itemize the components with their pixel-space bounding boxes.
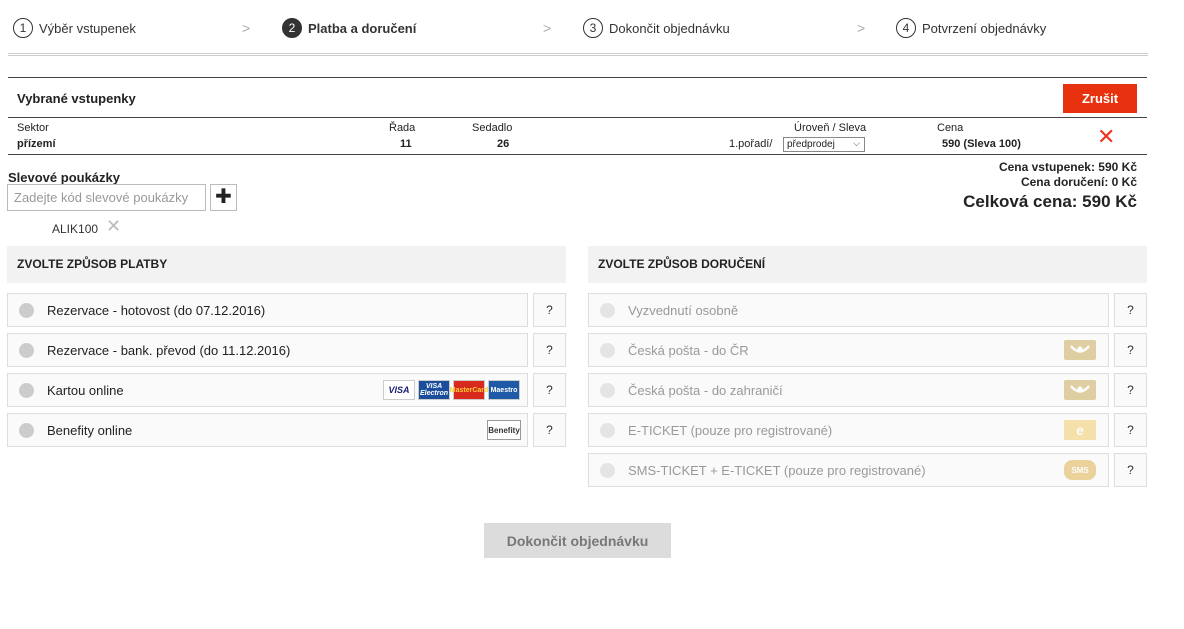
remove-ticket-icon[interactable]: ✕ [1097,126,1115,148]
delivery-option-label: SMS-TICKET + E-TICKET (pouze pro registr… [628,462,926,478]
payment-option-benefity[interactable]: Benefity online Benefity [7,413,528,447]
radio-button[interactable] [19,422,34,438]
posthorn-icon [1064,340,1096,360]
payment-title: ZVOLTE ZPŮSOB PLATBY [7,246,566,283]
steps-divider [8,53,1148,56]
help-button[interactable]: ? [1114,333,1147,367]
help-button[interactable]: ? [1114,373,1147,407]
visa-logo: VISA [383,380,415,400]
delivery-option-pickup: Vyzvednutí osobně [588,293,1109,327]
voucher-code-input[interactable] [7,184,206,211]
help-button[interactable]: ? [533,373,566,407]
discount-select[interactable]: předprodej ⌵ [783,137,865,152]
add-voucher-button[interactable]: ✚ [210,184,237,211]
delivery-title: ZVOLTE ZPŮSOB DORUČENÍ [588,246,1147,283]
help-button[interactable]: ? [533,293,566,327]
radio-button [600,342,615,358]
selected-tickets: Vybrané vstupenky Zrušit Sektor přízemí … [8,77,1147,155]
step-number: 3 [583,18,603,38]
value-row: 11 [400,138,412,150]
delivery-option-label: E-TICKET (pouze pro registrované) [628,422,833,438]
header-price: Cena [937,122,964,134]
header-sector: Sektor [17,122,49,134]
help-button[interactable]: ? [533,413,566,447]
payment-option-cash[interactable]: Rezervace - hotovost (do 07.12.2016) [7,293,528,327]
payment-option-label: Kartou online [47,382,124,398]
payment-option-card[interactable]: Kartou online VISA VISA Electron MasterC… [7,373,528,407]
chevron-down-icon: ⌵ [853,138,860,148]
step-4: 4 Potvrzení objednávky [896,18,1046,38]
remove-voucher-icon[interactable]: ✕ [106,216,121,237]
card-logos: VISA VISA Electron MasterCard Maestro [383,380,520,400]
radio-button[interactable] [19,342,34,358]
benefity-logo: Benefity [487,420,521,440]
step-number: 1 [13,18,33,38]
delivery-option-sms-ticket: SMS-TICKET + E-TICKET (pouze pro registr… [588,453,1109,487]
radio-button [600,462,615,478]
step-2: 2 Platba a doručení [282,18,416,38]
mastercard-logo: MasterCard [450,380,488,400]
discount-select-value: předprodej [787,139,835,150]
step-number: 4 [896,18,916,38]
radio-button[interactable] [19,382,34,398]
order-totals: Cena vstupenek: 590 Kč Cena doručení: 0 … [963,160,1137,212]
delivery-option-eticket: E-TICKET (pouze pro registrované) e [588,413,1109,447]
value-seat: 26 [497,138,510,150]
help-button[interactable]: ? [1114,453,1147,487]
step-label: Potvrzení objednávky [922,20,1047,36]
delivery-price: Cena doručení: 0 Kč [1020,175,1137,189]
payment-option-bank-transfer[interactable]: Rezervace - bank. převod (do 11.12.2016) [7,333,528,367]
ticket-row: Sektor přízemí Řada 11 Sedadlo 26 Úroveň… [8,118,1147,155]
sms-icon: SMS [1064,460,1096,480]
header-level: Úroveň / Sleva [794,122,867,134]
step-label: Dokončit objednávku [609,20,730,36]
delivery-option-label: Vyzvednutí osobně [628,302,739,318]
step-3: 3 Dokončit objednávku [583,18,730,38]
step-1[interactable]: 1 Výběr vstupenek [13,18,136,38]
total-price: Celková cena: 590 Kč [963,192,1137,211]
finish-order-button[interactable]: Dokončit objednávku [484,523,671,558]
payment-option-label: Rezervace - bank. převod (do 11.12.2016) [47,342,291,358]
step-arrow: > [242,20,251,36]
value-level: 1.pořadí/ [729,138,773,150]
help-button[interactable]: ? [1114,293,1147,327]
tickets-header: Vybrané vstupenky Zrušit [8,78,1147,118]
header-seat: Sedadlo [472,122,513,134]
posthorn-icon [1064,380,1096,400]
applied-voucher-code: ALIK100 [52,222,99,236]
delivery-option-post-abroad: Česká pošta - do zahraničí [588,373,1109,407]
step-number: 2 [282,18,302,38]
radio-button [600,302,615,318]
vouchers-title: Slevové poukázky [8,170,120,185]
help-button[interactable]: ? [533,333,566,367]
header-row: Řada [389,122,416,134]
delivery-option-label: Česká pošta - do ČR [628,342,749,358]
radio-button [600,422,615,438]
value-sector: přízemí [17,138,56,150]
maestro-logo: Maestro [488,380,520,400]
visa-electron-logo: VISA Electron [418,380,450,400]
step-label: Platba a doručení [308,20,417,36]
tickets-price: Cena vstupenek: 590 Kč [998,160,1137,174]
radio-button[interactable] [19,302,34,318]
value-price: 590 (Sleva 100) [942,138,1021,150]
step-arrow: > [857,20,866,36]
step-label: Výběr vstupenek [39,20,136,36]
cancel-button[interactable]: Zrušit [1063,84,1137,113]
payment-option-label: Benefity online [47,422,133,438]
radio-button [600,382,615,398]
delivery-option-label: Česká pošta - do zahraničí [628,382,783,398]
tickets-title: Vybrané vstupenky [17,91,136,106]
e-ticket-icon: e [1064,420,1096,440]
help-button[interactable]: ? [1114,413,1147,447]
payment-option-label: Rezervace - hotovost (do 07.12.2016) [47,302,266,318]
checkout-steps: 1 Výběr vstupenek > 2 Platba a doručení … [0,18,1150,44]
step-arrow: > [543,20,552,36]
delivery-option-post-cz: Česká pošta - do ČR [588,333,1109,367]
